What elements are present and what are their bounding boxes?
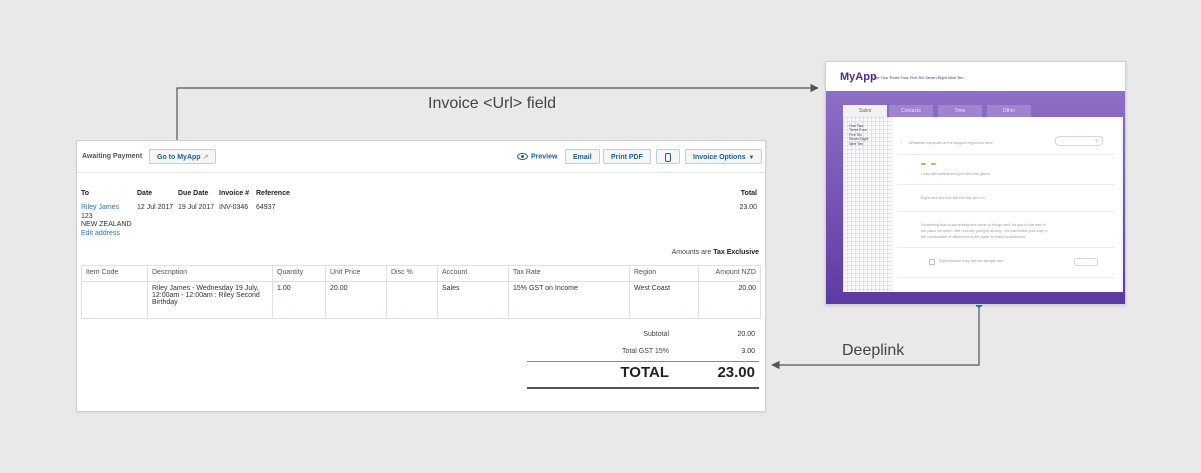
myapp-text-line: I was wild skilled and you were the game bbox=[921, 172, 990, 176]
eye-icon bbox=[517, 153, 528, 160]
tax-mode-value: Tax Exclusive bbox=[713, 249, 759, 256]
cell-tax-rate: 15% GST on Income bbox=[508, 281, 630, 319]
reference-header: Reference bbox=[256, 190, 290, 197]
myapp-body: Sales Contacts Time Other One Two Three … bbox=[826, 91, 1125, 304]
tab-contacts[interactable]: Contacts bbox=[889, 105, 933, 117]
divider bbox=[897, 154, 1115, 155]
table-row[interactable]: Riley James - Wednesday 19 July, 12:00am… bbox=[81, 281, 761, 319]
contact-name-link[interactable]: Riley James bbox=[81, 204, 132, 213]
sidebar-item[interactable]: Nine Ten bbox=[849, 142, 891, 146]
divider bbox=[897, 184, 1115, 185]
subtotal-label: Subtotal bbox=[643, 331, 669, 338]
divider bbox=[897, 247, 1115, 248]
search-icon: ⚲ bbox=[1095, 139, 1098, 143]
invoice-toolbar: Awaiting Payment Go to MyApp ↗ Preview Em… bbox=[77, 141, 765, 173]
grand-total-label: TOTAL bbox=[620, 364, 669, 381]
amounts-are-label: Amounts are bbox=[671, 249, 712, 256]
line-items-table: Item Code Description Quantity Unit Pric… bbox=[81, 265, 761, 319]
invoice-options-button[interactable]: Invoice Options ▼ bbox=[685, 149, 763, 164]
myapp-small-input[interactable] bbox=[1074, 258, 1098, 266]
tab-time[interactable]: Time bbox=[938, 105, 982, 117]
print-pdf-button[interactable]: Print PDF bbox=[603, 149, 651, 164]
email-button[interactable]: Email bbox=[565, 149, 600, 164]
column-header: Amount NZD bbox=[698, 265, 761, 282]
gst-value: 3.00 bbox=[741, 348, 755, 355]
myapp-header: MyApp One Two Three Four Five Six Seven … bbox=[826, 62, 1125, 91]
myapp-checkbox[interactable] bbox=[929, 259, 935, 265]
myapp-main: › Whatever computer at the support regio… bbox=[893, 117, 1121, 292]
chevron-down-icon: ▼ bbox=[748, 155, 755, 161]
myapp-text-line: Whatever computer at the support region … bbox=[909, 141, 993, 145]
due-date-value: 19 Jul 2017 bbox=[178, 204, 215, 211]
myapp-text-line: the place for more - the recently going … bbox=[921, 229, 1048, 233]
column-header: Region bbox=[629, 265, 699, 282]
external-link-icon: ↗ bbox=[202, 154, 209, 161]
status-dot-green bbox=[931, 163, 936, 165]
divider bbox=[897, 211, 1115, 212]
address-line: 123 bbox=[81, 212, 93, 220]
cell-discount bbox=[386, 281, 438, 319]
date-value: 12 Jul 2017 bbox=[137, 204, 174, 211]
cell-region: West Coast bbox=[629, 281, 699, 319]
cell-account: Sales bbox=[437, 281, 509, 319]
myapp-search-input[interactable]: ⚲ bbox=[1055, 136, 1103, 146]
to-header: To bbox=[81, 190, 90, 197]
reference-value: 64937 bbox=[256, 204, 276, 211]
cell-item-code bbox=[81, 281, 148, 319]
paperclip-icon bbox=[665, 152, 671, 162]
column-header: Unit Price bbox=[325, 265, 387, 282]
due-date-header: Due Date bbox=[178, 190, 209, 197]
address-country: NEW ZEALAND bbox=[81, 221, 132, 228]
cell-description: Riley James - Wednesday 19 July, 12:00am… bbox=[147, 281, 273, 319]
myapp-text-line: Eight nine ten four are the top can run bbox=[921, 196, 985, 200]
invoice-options-label: Invoice Options bbox=[693, 154, 746, 161]
column-header: Disc % bbox=[386, 265, 438, 282]
total-rule-bottom bbox=[527, 387, 759, 389]
tab-sales[interactable]: Sales bbox=[843, 105, 887, 117]
url-field-label: Invoice <Url> field bbox=[428, 95, 557, 112]
attach-button[interactable] bbox=[656, 149, 680, 164]
invoice-panel: Awaiting Payment Go to MyApp ↗ Preview Em… bbox=[76, 140, 766, 412]
cell-amount: 20.00 bbox=[698, 281, 761, 319]
subtotal-value: 20.00 bbox=[737, 331, 755, 338]
myapp-text-line: Something that is something and some of … bbox=[921, 223, 1046, 227]
total-value: 23.00 bbox=[739, 204, 757, 211]
preview-link[interactable]: Preview bbox=[517, 153, 557, 160]
column-header: Account bbox=[437, 265, 509, 282]
deeplink-label: Deeplink bbox=[842, 342, 905, 359]
billing-address: Riley James 123 NEW ZEALAND Edit address bbox=[81, 204, 132, 238]
myapp-sidebar: One Two Three Four Five Six Seven Eight … bbox=[843, 117, 891, 292]
status-badge: Awaiting Payment bbox=[82, 153, 143, 160]
myapp-text-line: the comfortable of difference in the pla… bbox=[921, 235, 1025, 239]
myapp-text-line: Eight Section they are the sample one bbox=[939, 259, 1004, 263]
chevron-right-icon: › bbox=[901, 141, 903, 145]
total-rule-top bbox=[527, 361, 759, 362]
column-header: Description bbox=[147, 265, 273, 282]
go-to-myapp-button[interactable]: Go to MyApp ↗ bbox=[149, 149, 217, 164]
divider bbox=[897, 277, 1115, 278]
table-header-row: Item Code Description Quantity Unit Pric… bbox=[81, 265, 761, 282]
invoice-number-value: INV-0346 bbox=[219, 204, 249, 211]
grand-total-value: 23.00 bbox=[717, 364, 755, 381]
myapp-content-card: One Two Three Four Five Six Seven Eight … bbox=[843, 117, 1123, 292]
myapp-nav[interactable]: One Two Three Four Five Six Seven Eight … bbox=[872, 75, 964, 80]
edit-address-link[interactable]: Edit address bbox=[81, 230, 132, 239]
gst-label: Total GST 15% bbox=[622, 348, 669, 355]
myapp-window: MyApp One Two Three Four Five Six Seven … bbox=[825, 61, 1126, 305]
cell-quantity: 1.00 bbox=[272, 281, 326, 319]
preview-label: Preview bbox=[531, 153, 558, 161]
total-header: Total bbox=[740, 190, 757, 197]
tax-mode-note: Amounts are Tax Exclusive bbox=[672, 249, 759, 256]
invoice-number-header: Invoice # bbox=[219, 190, 249, 197]
status-dot-orange bbox=[921, 163, 926, 165]
column-header: Tax Rate bbox=[508, 265, 630, 282]
cell-unit-price: 20.00 bbox=[325, 281, 387, 319]
go-to-myapp-label: Go to MyApp bbox=[157, 154, 201, 161]
tab-other[interactable]: Other bbox=[987, 105, 1031, 117]
column-header: Quantity bbox=[272, 265, 326, 282]
column-header: Item Code bbox=[81, 265, 148, 282]
date-header: Date bbox=[137, 190, 153, 197]
